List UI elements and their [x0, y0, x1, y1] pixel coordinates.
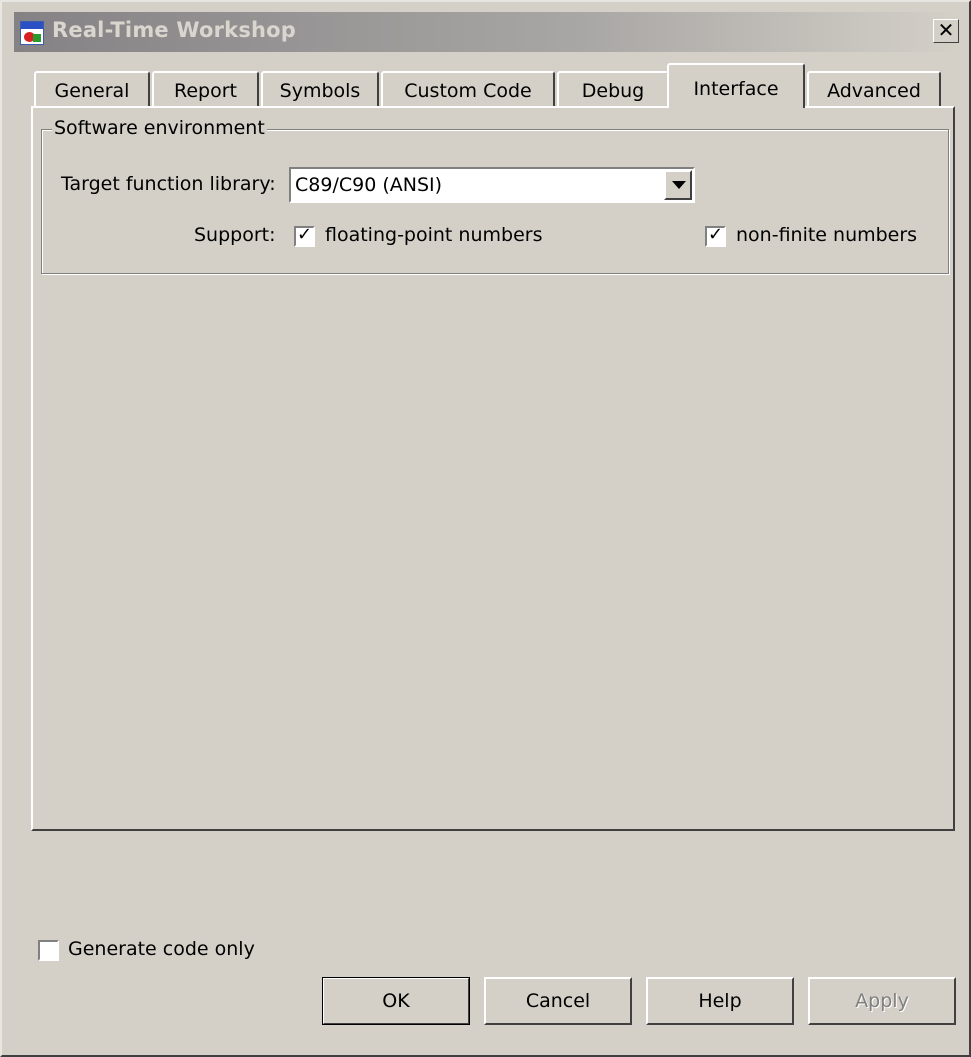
app-icon [20, 21, 44, 45]
window-title: Real-Time Workshop [52, 18, 297, 42]
cancel-button[interactable]: Cancel [484, 977, 632, 1025]
tab-label: Custom Code [404, 80, 532, 102]
close-icon: ✕ [937, 18, 955, 42]
target-function-library-select[interactable]: C89/C90 (ANSI) [289, 167, 695, 203]
tab-report[interactable]: Report [152, 71, 259, 107]
tab-symbols[interactable]: Symbols [261, 71, 379, 107]
floating-point-label[interactable]: floating-point numbers [325, 224, 542, 246]
target-function-library-label: Target function library: [61, 173, 276, 195]
checkmark-icon: ✓ [708, 224, 724, 245]
apply-button[interactable]: Apply [808, 977, 956, 1025]
ok-button[interactable]: OK [322, 977, 470, 1025]
dialog-window: Real-Time Workshop ✕ General Report Symb… [0, 0, 971, 1057]
tab-label: Symbols [279, 80, 361, 102]
tab-interface[interactable]: Interface [667, 63, 805, 108]
dropdown-button[interactable] [664, 170, 692, 200]
close-button[interactable]: ✕ [933, 19, 959, 43]
tab-label: General [54, 80, 130, 102]
help-button[interactable]: Help [646, 977, 794, 1025]
generate-code-only-checkbox[interactable] [38, 940, 59, 961]
tab-label: Advanced [827, 80, 921, 102]
group-title: Software environment [52, 117, 267, 139]
tab-debug[interactable]: Debug [557, 71, 669, 107]
chevron-down-icon [672, 181, 686, 189]
floating-point-checkbox[interactable]: ✓ [294, 224, 315, 247]
tab-general[interactable]: General [34, 71, 150, 107]
tab-custom-code[interactable]: Custom Code [381, 71, 555, 107]
software-environment-group: Software environment Target function lib… [41, 117, 949, 274]
non-finite-checkbox[interactable]: ✓ [705, 224, 726, 247]
tab-label: Debug [581, 80, 645, 102]
generate-code-only-label[interactable]: Generate code only [68, 938, 255, 960]
tab-label: Interface [693, 78, 779, 100]
non-finite-label[interactable]: non-finite numbers [736, 224, 917, 246]
interface-panel: Software environment Target function lib… [31, 106, 955, 831]
tab-advanced[interactable]: Advanced [807, 71, 941, 107]
selected-value: C89/C90 (ANSI) [295, 174, 443, 196]
checkmark-icon: ✓ [297, 224, 313, 245]
tab-label: Report [174, 80, 237, 102]
support-label: Support: [194, 224, 276, 246]
title-bar[interactable]: Real-Time Workshop ✕ [14, 12, 961, 52]
